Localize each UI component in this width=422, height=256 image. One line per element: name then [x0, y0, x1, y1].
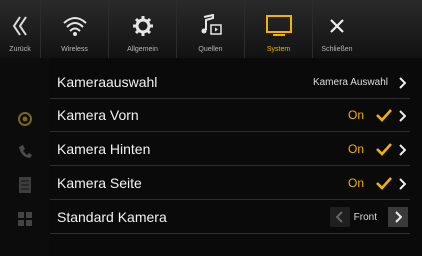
phone-icon: [16, 142, 34, 160]
setting-camera-rear[interactable]: Kamera Hinten On: [50, 133, 410, 166]
chevron-right-icon: [398, 109, 407, 127]
chevron-right-icon: [398, 177, 407, 195]
tab-system[interactable]: System: [245, 0, 313, 58]
back-icon: [12, 12, 28, 40]
setting-camera-select-label: Kameraauswahl: [57, 74, 158, 90]
gear-icon: [132, 12, 154, 40]
wifi-icon: [62, 12, 88, 40]
check-icon: [376, 142, 392, 161]
back-button[interactable]: Zurück: [0, 0, 41, 58]
tab-sources-label: Quellen: [198, 46, 223, 53]
next-option-button[interactable]: [388, 207, 408, 227]
chevron-left-icon: [336, 211, 343, 223]
sidebar: [0, 58, 50, 256]
grid-icon: [16, 210, 34, 228]
setting-camera-front[interactable]: Kamera Vorn On: [50, 99, 410, 132]
tab-wireless[interactable]: Wireless: [41, 0, 109, 58]
close-icon: [328, 12, 346, 40]
setting-camera-select[interactable]: Kameraauswahl Kamera Auswahl: [50, 66, 410, 99]
document-icon: [16, 176, 34, 194]
setting-default-camera-label: Standard Kamera: [57, 209, 167, 225]
check-icon: [376, 108, 392, 127]
chevron-right-icon: [395, 211, 402, 223]
setting-camera-front-label: Kamera Vorn: [57, 107, 139, 123]
settings-list: Kameraauswahl Kamera Auswahl Kamera Vorn…: [50, 58, 422, 256]
tab-wireless-label: Wireless: [61, 46, 88, 53]
close-button[interactable]: Schließen: [313, 0, 361, 58]
music-icon: [199, 12, 223, 40]
monitor-icon: [265, 12, 293, 40]
setting-camera-rear-label: Kamera Hinten: [57, 141, 151, 157]
tab-general-label: Allgemein: [127, 46, 158, 53]
setting-camera-select-value: Kamera Auswahl: [312, 76, 388, 88]
setting-default-camera-value: Front: [353, 211, 377, 223]
setting-camera-front-value: On: [347, 108, 364, 122]
top-navigation-bar: Zurück Wireless Allgemein Quellen System…: [0, 0, 422, 59]
check-icon: [376, 176, 392, 195]
chevron-right-icon: [398, 76, 407, 94]
camera-icon: [16, 110, 34, 128]
setting-camera-rear-value: On: [347, 142, 364, 156]
close-label: Schließen: [321, 46, 353, 53]
tab-system-label: System: [266, 46, 291, 53]
tab-general[interactable]: Allgemein: [109, 0, 177, 58]
tab-sources[interactable]: Quellen: [177, 0, 245, 58]
setting-camera-side-value: On: [347, 176, 364, 190]
setting-default-camera: Standard Kamera Front: [50, 201, 410, 234]
chevron-right-icon: [398, 143, 407, 161]
previous-option-button[interactable]: [330, 207, 350, 227]
back-label: Zurück: [9, 46, 31, 53]
setting-camera-side[interactable]: Kamera Seite On: [50, 167, 410, 200]
setting-camera-side-label: Kamera Seite: [57, 175, 142, 191]
